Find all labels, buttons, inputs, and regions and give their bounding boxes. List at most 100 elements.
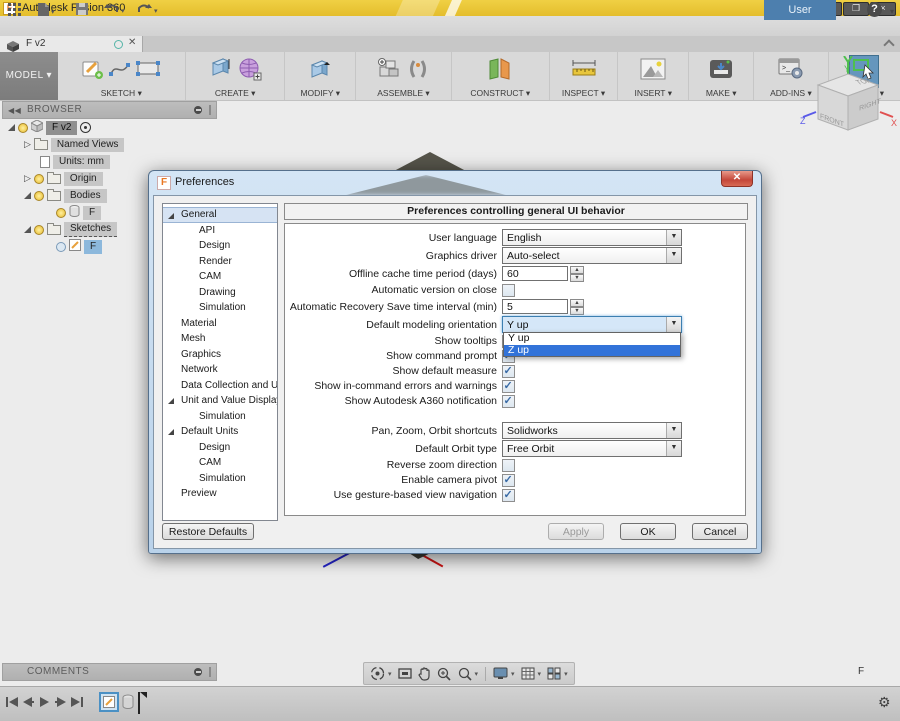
expander-closed-icon[interactable]: ▷	[24, 140, 31, 149]
browser-item-label[interactable]: Units: mm	[53, 155, 110, 169]
tree-item-data-collection[interactable]: Data Collection and Use	[163, 378, 277, 394]
cancel-button[interactable]: Cancel	[692, 523, 748, 540]
browser-item-origin[interactable]: ▷ Origin	[24, 171, 103, 186]
ribbon-group-label[interactable]: MODIFY ▾	[300, 88, 340, 99]
tree-item-graphics[interactable]: Graphics	[163, 347, 277, 363]
expander-open-icon[interactable]	[168, 398, 174, 404]
user-menu-button[interactable]: User	[764, 0, 836, 20]
pan-icon[interactable]	[416, 666, 433, 682]
create-form-icon[interactable]	[238, 57, 262, 86]
workspace-selector[interactable]: MODEL ▾	[0, 52, 58, 100]
auto-version-checkbox[interactable]	[502, 284, 515, 297]
new-body-icon[interactable]	[209, 57, 233, 86]
user-language-select[interactable]: English▼	[502, 229, 682, 246]
timeline-sketch-feature[interactable]	[99, 692, 119, 712]
3d-print-icon[interactable]	[709, 58, 733, 85]
browser-item-label[interactable]: Bodies	[64, 189, 107, 203]
activate-component-icon[interactable]	[80, 122, 91, 133]
model-pyramid[interactable]	[394, 152, 466, 171]
tree-item-general[interactable]: General	[163, 207, 277, 223]
redo-icon[interactable]: ▾	[137, 3, 158, 19]
zoom-icon[interactable]	[435, 666, 453, 682]
expander-open-icon[interactable]	[168, 429, 174, 435]
press-pull-icon[interactable]	[308, 57, 332, 86]
look-at-icon[interactable]	[396, 666, 414, 681]
panel-options-icon[interactable]	[194, 106, 202, 114]
step-forward-icon[interactable]	[55, 695, 66, 713]
tree-item-render[interactable]: Render	[163, 254, 277, 270]
spin-down-icon[interactable]: ▼	[570, 307, 584, 315]
tree-item-api[interactable]: API	[163, 223, 277, 239]
ribbon-group-label[interactable]: MAKE ▾	[706, 88, 737, 99]
browser-item-label[interactable]: F	[83, 206, 101, 220]
panel-options-icon[interactable]	[194, 668, 202, 676]
ribbon-group-label[interactable]: INSPECT ▾	[562, 88, 605, 99]
save-icon[interactable]	[76, 3, 88, 18]
go-to-start-icon[interactable]	[6, 695, 18, 713]
undo-icon[interactable]: ▾	[104, 3, 125, 19]
tree-item-unit-value-display[interactable]: Unit and Value Display	[163, 393, 277, 409]
tree-item-drawing[interactable]: Drawing	[163, 285, 277, 301]
tree-item-du-cam[interactable]: CAM	[163, 455, 277, 471]
measure-icon[interactable]	[571, 60, 597, 83]
browser-item-named-views[interactable]: ▷ Named Views	[24, 137, 124, 152]
browser-item-units[interactable]: Units: mm	[40, 154, 110, 169]
default-orbit-select[interactable]: Free Orbit▼	[502, 440, 682, 457]
tab-close-icon[interactable]: ✕	[128, 37, 136, 48]
expander-open-icon[interactable]	[24, 192, 31, 199]
tree-item-du-design[interactable]: Design	[163, 440, 277, 456]
comments-panel-header[interactable]: COMMENTS	[2, 663, 217, 681]
browser-item-label[interactable]: F v2	[46, 121, 77, 135]
go-to-end-icon[interactable]	[71, 695, 83, 713]
ribbon-group-label[interactable]: ASSEMBLE ▾	[377, 88, 429, 99]
insert-image-icon[interactable]	[640, 58, 666, 85]
visibility-bulb-icon[interactable]	[34, 191, 44, 201]
help-icon[interactable]: ?	[867, 2, 882, 17]
new-component-icon[interactable]	[378, 58, 402, 85]
show-incommand-errors-checkbox[interactable]	[502, 380, 515, 393]
ribbon-group-label[interactable]: INSERT ▾	[634, 88, 672, 99]
show-a360-notification-checkbox[interactable]	[502, 395, 515, 408]
browser-item-label[interactable]: Named Views	[51, 138, 125, 152]
orbit-icon[interactable]: ▾	[368, 665, 394, 682]
browser-item-sketches[interactable]: Sketches	[24, 222, 117, 237]
timeline-marker-flag[interactable]	[140, 692, 147, 698]
tree-item-preview[interactable]: Preview	[163, 486, 277, 502]
rectangle-tool-icon[interactable]	[136, 61, 160, 81]
timeline-feature[interactable]	[122, 694, 135, 715]
spline-icon[interactable]	[109, 61, 131, 82]
graphics-driver-select[interactable]: Auto-select▼	[502, 247, 682, 264]
ok-button[interactable]: OK	[620, 523, 676, 540]
tree-item-uvd-simulation[interactable]: Simulation	[163, 409, 277, 425]
expander-open-icon[interactable]	[8, 124, 15, 131]
browser-panel-header[interactable]: ◀◀ BROWSER	[2, 101, 217, 119]
tree-item-material[interactable]: Material	[163, 316, 277, 332]
browser-item-label[interactable]: Sketches	[64, 222, 117, 237]
panel-grip[interactable]	[209, 105, 211, 115]
spin-down-icon[interactable]: ▼	[570, 274, 584, 282]
browser-item-body-f[interactable]: F	[56, 205, 101, 220]
construction-plane-icon[interactable]	[487, 57, 513, 86]
display-settings-icon[interactable]: ▾	[491, 666, 517, 681]
joint-icon[interactable]	[407, 59, 429, 84]
offline-cache-spinner[interactable]: 60▲▼	[502, 266, 584, 281]
viewports-icon[interactable]: ▾	[545, 666, 570, 681]
step-back-icon[interactable]	[23, 695, 34, 713]
create-sketch-icon[interactable]	[82, 58, 104, 85]
collapse-panel-icon[interactable]: ◀◀	[8, 106, 21, 115]
browser-item-sketch-f[interactable]: F	[56, 239, 102, 254]
dropdown-option-y-up[interactable]: Y up	[504, 333, 680, 345]
restore-button[interactable]: ❐	[843, 2, 869, 16]
expander-open-icon[interactable]	[168, 213, 174, 219]
browser-item-label[interactable]: Origin	[64, 172, 103, 186]
dialog-close-button[interactable]: ✕	[721, 171, 753, 187]
collapse-toolbar-icon[interactable]	[883, 39, 894, 50]
apply-button[interactable]: Apply	[548, 523, 604, 540]
tree-item-mesh[interactable]: Mesh	[163, 331, 277, 347]
browser-item-label[interactable]: F	[84, 240, 102, 254]
timeline-options-gear-icon[interactable]: ⚙	[878, 694, 891, 711]
dropdown-option-z-up[interactable]: Z up	[504, 345, 680, 357]
visibility-bulb-icon[interactable]	[56, 208, 66, 218]
viewcube[interactable]: TOP FRONT RIGHT Z X Y	[798, 56, 898, 161]
tree-item-simulation[interactable]: Simulation	[163, 300, 277, 316]
